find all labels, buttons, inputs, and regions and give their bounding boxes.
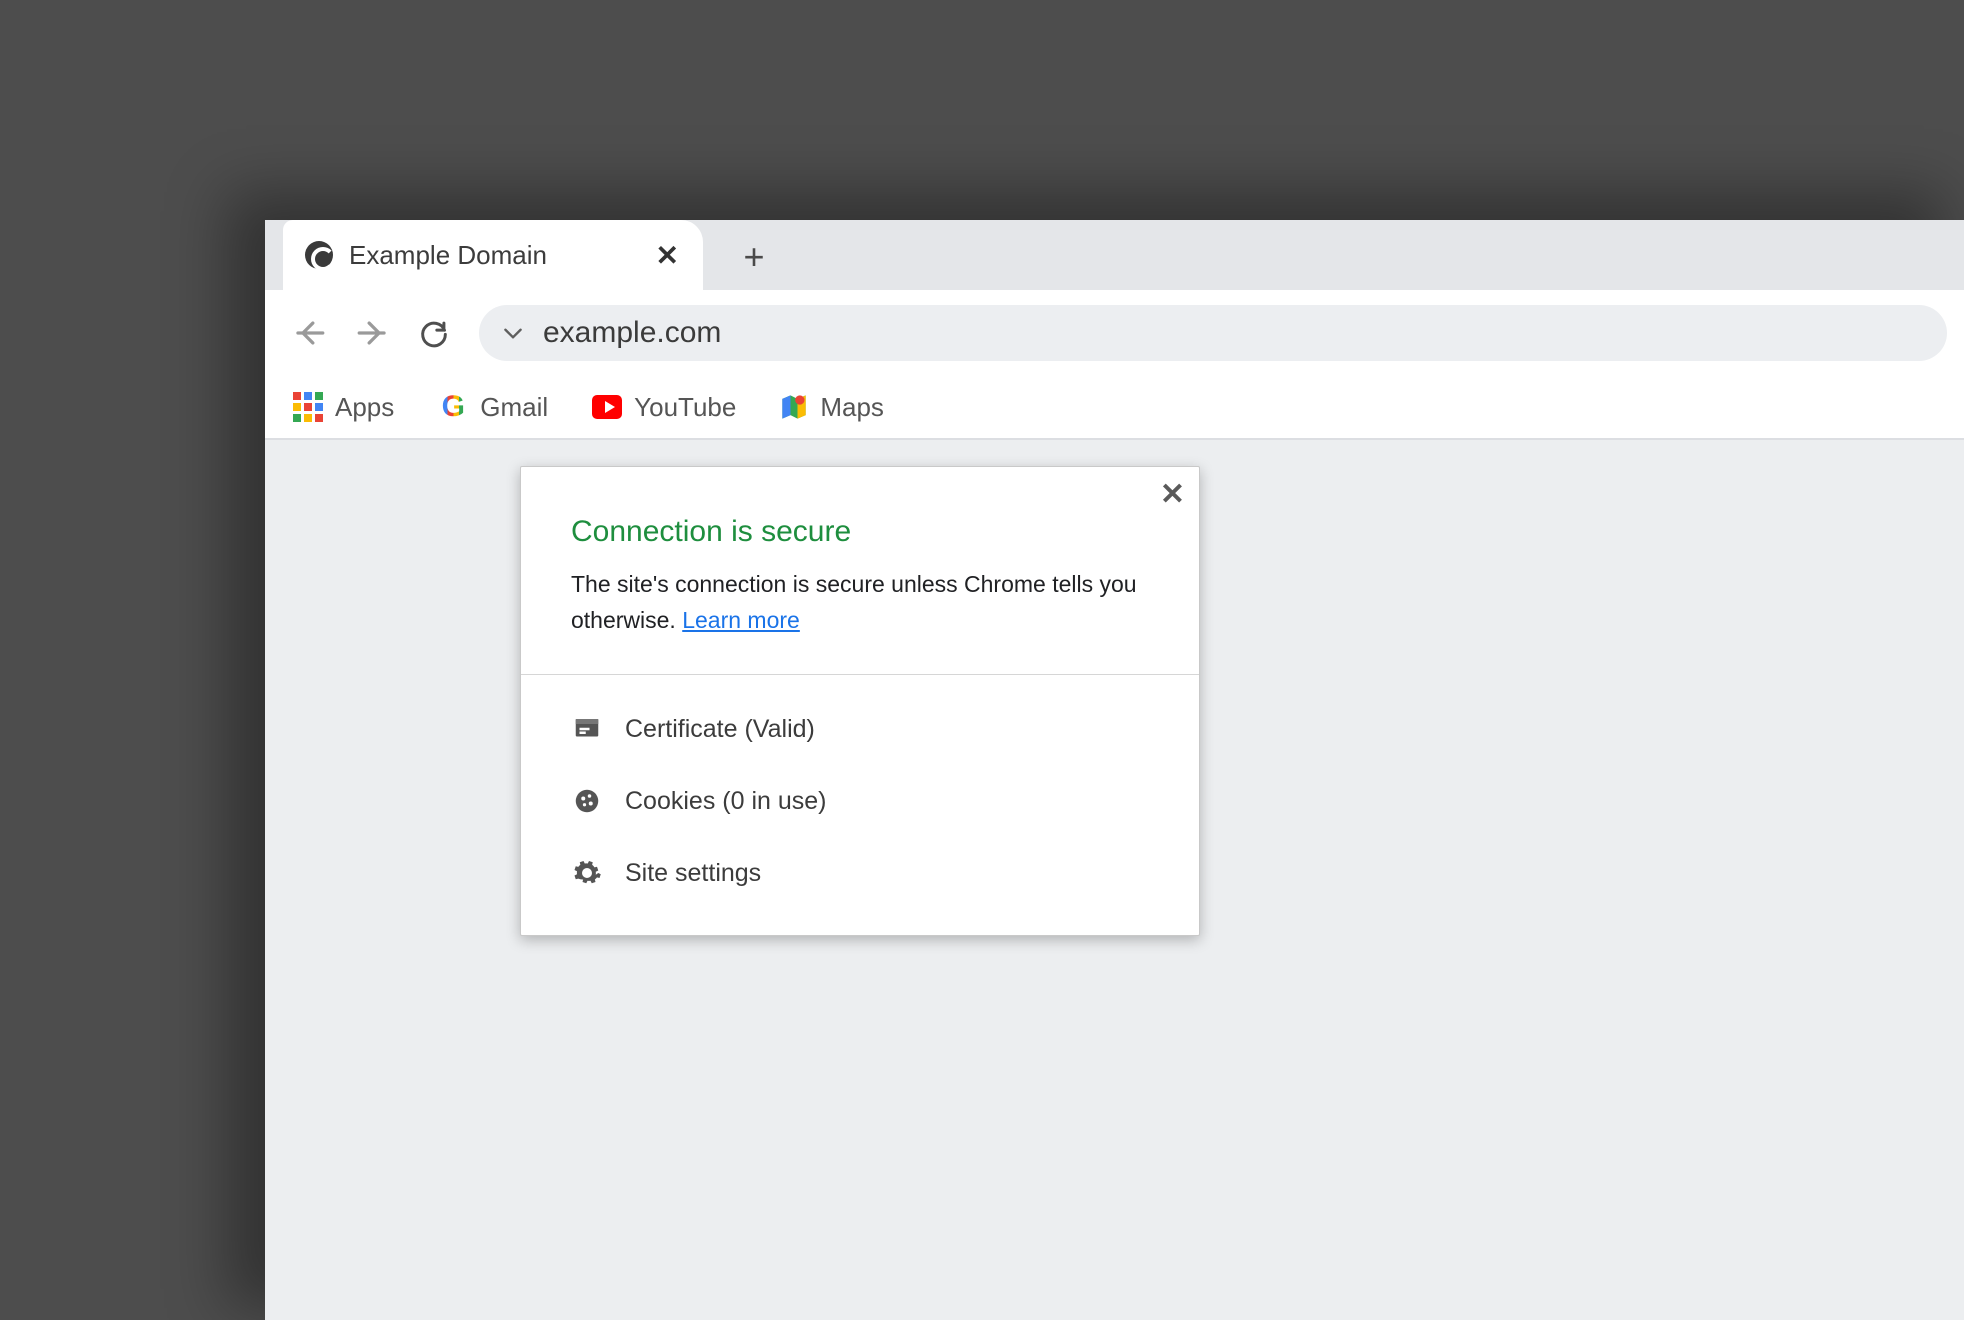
bookmark-apps[interactable]: Apps [293,392,394,423]
back-button[interactable] [283,306,337,360]
maps-icon [780,393,808,421]
reload-icon [417,316,451,350]
bookmark-maps[interactable]: Maps [780,392,884,423]
popup-item-label: Cookies (0 in use) [625,787,826,816]
bookmark-label: Gmail [480,392,548,423]
gmail-icon: G [438,392,468,422]
apps-icon [293,392,323,422]
forward-button[interactable] [345,306,399,360]
youtube-icon [592,392,622,422]
popup-item-label: Site settings [625,859,761,888]
bookmark-youtube[interactable]: YouTube [592,392,736,423]
tab-favicon [305,241,333,269]
site-info-button[interactable] [497,317,529,349]
close-popup-button[interactable]: ✕ [1160,477,1185,512]
tab-strip: Example Domain ✕ + [265,220,1964,290]
back-arrow-icon [293,316,327,350]
url-text: example.com [543,316,721,350]
tab-title: Example Domain [349,240,650,271]
popup-item-label: Certificate (Valid) [625,715,815,744]
popup-list: Certificate (Valid) Cookies (0 in use) S… [521,675,1199,935]
forward-arrow-icon [355,316,389,350]
learn-more-link[interactable]: Learn more [682,607,800,633]
gear-icon [571,857,603,889]
bookmark-label: Maps [820,392,884,423]
popup-item-cookies[interactable]: Cookies (0 in use) [521,765,1199,837]
popup-item-site-settings[interactable]: Site settings [521,837,1199,909]
chevron-down-icon [500,320,526,346]
popup-description-text: The site's connection is secure unless C… [571,571,1137,633]
close-tab-button[interactable]: ✕ [650,235,685,276]
cookie-icon [571,785,603,817]
bookmarks-bar: Apps G Gmail YouTube Maps [265,376,1964,440]
active-tab[interactable]: Example Domain ✕ [283,220,703,290]
popup-header: Connection is secure The site's connecti… [521,467,1199,675]
stage: Example Domain ✕ + example.com [0,0,1964,1313]
site-info-popup: ✕ Connection is secure The site's connec… [520,466,1200,936]
plus-icon: + [743,236,764,278]
bookmark-label: YouTube [634,392,736,423]
browser-window: Example Domain ✕ + example.com [265,220,1964,1320]
popup-description: The site's connection is secure unless C… [571,567,1149,638]
bookmark-gmail[interactable]: G Gmail [438,392,548,423]
new-tab-button[interactable]: + [729,232,779,282]
popup-title: Connection is secure [571,515,1149,549]
close-icon: ✕ [1160,478,1185,511]
reload-button[interactable] [407,306,461,360]
toolbar: example.com [265,290,1964,376]
popup-item-certificate[interactable]: Certificate (Valid) [521,693,1199,765]
bookmark-label: Apps [335,392,394,423]
address-bar[interactable]: example.com [479,305,1947,361]
certificate-icon [571,713,603,745]
